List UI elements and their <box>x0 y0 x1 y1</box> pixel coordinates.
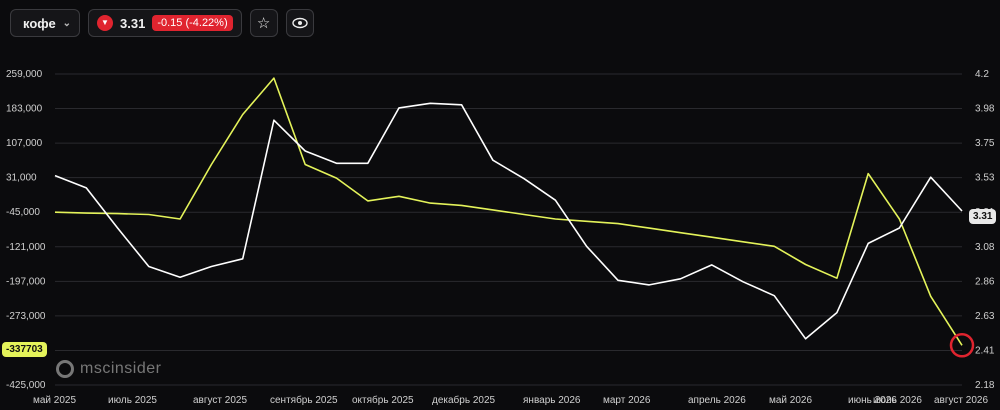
x-axis-tick: июль 2025 <box>108 395 157 406</box>
x-axis-tick: июль 2026 <box>873 395 922 406</box>
right-axis-tick: 3.75 <box>975 138 995 149</box>
right-axis-tick: 2.86 <box>975 276 995 287</box>
mscinsider-logo-icon <box>56 360 74 378</box>
x-axis-tick: октябрь 2025 <box>352 394 414 406</box>
left-axis-tick: -273,000 <box>6 311 46 322</box>
x-axis-tick: сентябрь 2025 <box>270 394 338 406</box>
x-axis-tick: январь 2026 <box>523 395 581 406</box>
x-axis-tick: май 2025 <box>33 395 76 406</box>
x-axis-tick: март 2026 <box>603 395 651 406</box>
x-axis-tick: апрель 2026 <box>688 395 746 406</box>
left-axis-tick: 31,000 <box>6 173 37 184</box>
series-line-price <box>54 102 963 340</box>
right-axis-tick: 2.41 <box>975 345 995 356</box>
right-axis-tick: 2.63 <box>975 311 995 322</box>
right-axis-tick: 3.08 <box>975 242 995 253</box>
current-value-tag-right: 3.31 <box>969 209 997 224</box>
watermark: mscinsider <box>56 360 161 378</box>
x-axis-tick: август 2025 <box>193 395 247 406</box>
current-value-tag-left: -337703 <box>2 342 47 357</box>
left-axis-tick: -425,000 <box>6 380 46 391</box>
right-axis-tick: 2.18 <box>975 380 995 391</box>
current-value-highlight-ring <box>949 333 975 358</box>
left-axis-tick: -45,000 <box>6 207 40 218</box>
left-axis-tick: 107,000 <box>6 138 43 149</box>
x-axis-tick: август 2026 <box>934 395 988 406</box>
right-axis-tick: 3.53 <box>975 173 995 184</box>
x-axis-tick: май 2026 <box>769 395 812 406</box>
series-line-net-positions <box>54 77 963 346</box>
left-axis-tick: -197,000 <box>6 276 46 287</box>
left-axis-tick: 259,000 <box>6 69 43 80</box>
right-axis-tick: 3.98 <box>975 104 995 115</box>
left-axis-tick: -121,000 <box>6 242 46 253</box>
right-axis-tick: 4.2 <box>975 69 989 80</box>
watermark-text: mscinsider <box>80 360 162 377</box>
x-axis-tick: декабрь 2025 <box>432 394 496 406</box>
left-axis-tick: 183,000 <box>6 104 43 115</box>
chart: 259,000 183,000 107,000 31,000 -45,000 -121,0… <box>6 69 995 406</box>
